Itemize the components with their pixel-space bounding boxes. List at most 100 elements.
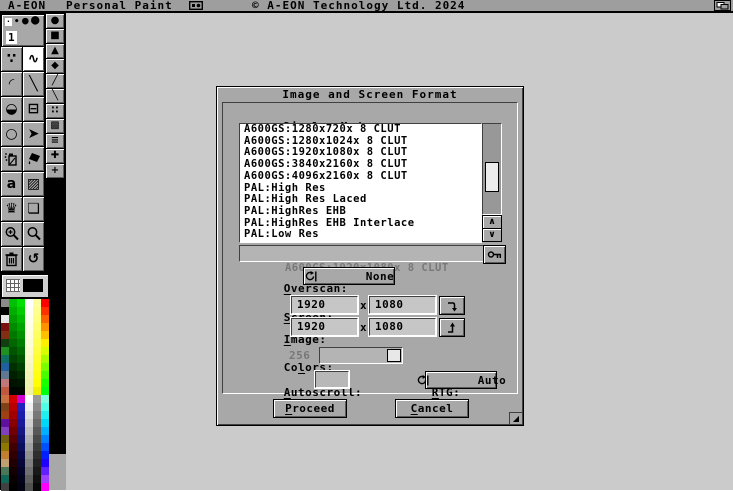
palette-swatch[interactable] <box>17 443 25 451</box>
palette-swatch[interactable] <box>33 323 41 331</box>
scroll-down-button[interactable]: ∨ <box>482 228 502 242</box>
palette-swatch[interactable] <box>9 347 17 355</box>
cancel-button[interactable]: Cancel <box>395 399 469 418</box>
palette-swatch[interactable] <box>1 395 9 403</box>
palette-swatch[interactable] <box>9 403 17 411</box>
palette-swatch[interactable] <box>41 339 49 347</box>
screen-width-field[interactable]: 1920 <box>291 296 358 314</box>
palette-swatch[interactable] <box>17 395 25 403</box>
palette-swatch[interactable] <box>17 467 25 475</box>
scrollbar-trough[interactable] <box>482 123 502 215</box>
tool-flood-fill[interactable] <box>23 147 44 171</box>
palette-swatch[interactable] <box>1 443 9 451</box>
mode-item[interactable]: A600GS:1280x720x 8 CLUT <box>240 124 481 136</box>
mode-item[interactable]: A600GS:4096x2160x 8 CLUT <box>240 171 481 183</box>
palette-swatch[interactable] <box>25 451 33 459</box>
palette-swatch[interactable] <box>33 467 41 475</box>
autoscroll-checkbox[interactable] <box>315 371 349 388</box>
palette-swatch[interactable] <box>9 411 17 419</box>
palette-swatch[interactable] <box>25 315 33 323</box>
palette-swatch[interactable] <box>17 331 25 339</box>
brush-size-selector[interactable]: · • ● ● 1 <box>1 14 45 47</box>
palette-swatch[interactable] <box>9 363 17 371</box>
palette-swatch[interactable] <box>9 299 17 307</box>
palette-swatch[interactable] <box>17 411 25 419</box>
shape-tool-lines-horizontal[interactable]: ≡ <box>46 134 64 148</box>
palette-swatch[interactable] <box>9 419 17 427</box>
tool-airbrush[interactable] <box>1 147 22 171</box>
palette-swatch[interactable] <box>1 379 9 387</box>
palette-swatch[interactable] <box>17 299 25 307</box>
palette-swatch[interactable] <box>41 371 49 379</box>
scrollbar-thumb[interactable] <box>485 162 499 192</box>
palette-swatch[interactable] <box>41 355 49 363</box>
palette-swatch[interactable] <box>25 307 33 315</box>
shape-tool-line-thick[interactable]: ╱ <box>46 74 64 88</box>
palette-swatch[interactable] <box>9 427 17 435</box>
palette-swatch[interactable] <box>25 443 33 451</box>
palette-swatch[interactable] <box>33 307 41 315</box>
background-pattern-swatch[interactable] <box>6 279 20 292</box>
palette-swatch[interactable] <box>17 475 25 483</box>
palette-swatch[interactable] <box>9 331 17 339</box>
palette-swatch[interactable] <box>25 379 33 387</box>
palette-swatch[interactable] <box>25 427 33 435</box>
color-indicator[interactable] <box>1 274 49 298</box>
palette-swatch[interactable] <box>41 315 49 323</box>
palette-swatch[interactable] <box>1 363 9 371</box>
tool-freehand[interactable]: ∿ <box>23 47 44 71</box>
palette-swatch[interactable] <box>1 323 9 331</box>
foreground-color-swatch[interactable] <box>23 279 43 292</box>
shape-tool-cross-outline[interactable]: + <box>46 164 64 178</box>
palette-swatch[interactable] <box>33 427 41 435</box>
palette-swatch[interactable] <box>25 411 33 419</box>
palette-swatch[interactable] <box>17 315 25 323</box>
palette-swatch[interactable] <box>33 451 41 459</box>
tool-zoom-in[interactable] <box>1 222 22 246</box>
palette-swatch[interactable] <box>41 363 49 371</box>
palette-swatch[interactable] <box>1 427 9 435</box>
palette-swatch[interactable] <box>17 347 25 355</box>
tool-freehand-dotted[interactable]: ∵ <box>1 47 22 71</box>
palette-swatch[interactable] <box>25 403 33 411</box>
palette-swatch[interactable] <box>33 299 41 307</box>
palette-swatch[interactable] <box>9 443 17 451</box>
mode-item[interactable]: PAL:Low Res <box>240 229 481 241</box>
palette-swatch[interactable] <box>25 371 33 379</box>
image-width-field[interactable]: 1920 <box>291 318 358 336</box>
palette-swatch[interactable] <box>17 379 25 387</box>
palette-swatch[interactable] <box>41 403 49 411</box>
scroll-up-button[interactable]: ∧ <box>482 215 502 229</box>
palette-swatch[interactable] <box>25 395 33 403</box>
palette-swatch[interactable] <box>25 475 33 483</box>
palette-swatch[interactable] <box>25 323 33 331</box>
palette-swatch[interactable] <box>17 387 25 395</box>
palette-swatch[interactable] <box>33 459 41 467</box>
palette-swatch[interactable] <box>41 419 49 427</box>
palette-swatch[interactable] <box>9 323 17 331</box>
palette-swatch[interactable] <box>9 451 17 459</box>
palette-swatch[interactable] <box>33 443 41 451</box>
palette-swatch[interactable] <box>17 403 25 411</box>
palette-swatch[interactable] <box>9 459 17 467</box>
tool-undo[interactable]: ↺ <box>23 247 44 271</box>
palette-swatch[interactable] <box>17 459 25 467</box>
tool-symmetry[interactable]: ♛ <box>1 197 22 221</box>
brush-dot-3[interactable]: ● <box>22 17 29 25</box>
brush-dot-1[interactable]: · <box>5 18 12 26</box>
shape-tool-dot-filled[interactable]: ● <box>46 14 64 28</box>
palette-swatch[interactable] <box>17 363 25 371</box>
palette-swatch[interactable] <box>33 355 41 363</box>
palette-swatch[interactable] <box>33 339 41 347</box>
shape-tool-dots-sparse[interactable]: ∷ <box>46 104 64 118</box>
tool-magnify[interactable] <box>23 222 44 246</box>
image-height-field[interactable]: 1080 <box>369 318 436 336</box>
palette-swatch[interactable] <box>1 307 9 315</box>
palette-swatch[interactable] <box>41 443 49 451</box>
palette-swatch[interactable] <box>25 355 33 363</box>
palette-swatch[interactable] <box>25 435 33 443</box>
palette-swatch[interactable] <box>9 379 17 387</box>
palette-swatch[interactable] <box>25 363 33 371</box>
tool-clear[interactable] <box>1 247 22 271</box>
palette-swatch[interactable] <box>1 403 9 411</box>
